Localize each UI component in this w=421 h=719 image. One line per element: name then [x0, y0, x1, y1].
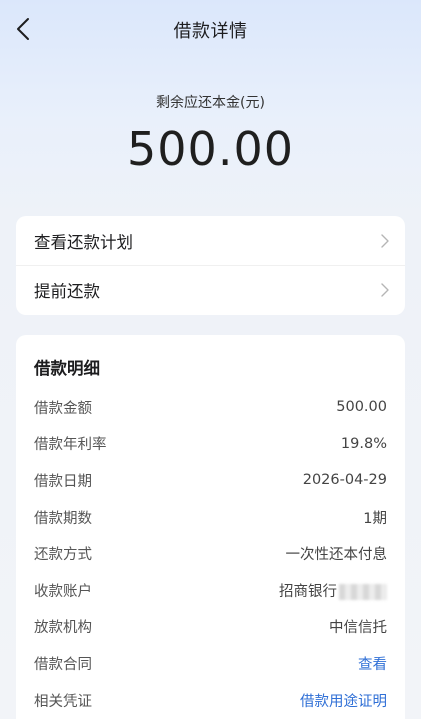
detail-label: 收款账户: [34, 583, 92, 600]
detail-row-related-voucher: 相关凭证 借款用途证明: [34, 682, 387, 719]
receiving-account-value: 招商银行: [279, 580, 387, 601]
detail-value: 2026-04-29: [302, 472, 387, 489]
detail-label: 放款机构: [34, 620, 92, 637]
detail-value: 19.8%: [340, 435, 387, 452]
detail-row-annual-rate: 借款年利率 19.8%: [34, 426, 387, 463]
loan-details-card: 借款明细 借款金额 500.00 借款年利率 19.8% 借款日期 2026-0…: [16, 335, 405, 719]
detail-row-lending-institution: 放款机构 中信信托: [34, 609, 387, 646]
view-repayment-plan-label: 查看还款计划: [34, 232, 133, 252]
detail-label: 借款年利率: [34, 437, 107, 454]
bank-name: 招商银行: [279, 583, 337, 600]
actions-card: 查看还款计划 提前还款: [16, 216, 405, 315]
remaining-principal-amount: 500.00: [127, 122, 294, 176]
detail-row-repayment-method: 还款方式 一次性还本付息: [34, 535, 387, 572]
detail-label: 借款期数: [34, 510, 92, 527]
loan-purpose-proof-link[interactable]: 借款用途证明: [300, 690, 387, 711]
early-repayment-row[interactable]: 提前还款: [16, 265, 405, 314]
loan-detail-page: 借款详情 剩余应还本金(元) 500.00 查看还款计划 提前还款 借款明细 借…: [0, 0, 421, 719]
detail-row-loan-amount: 借款金额 500.00: [34, 389, 387, 426]
remaining-principal-label: 剩余应还本金(元): [156, 95, 265, 111]
remaining-principal-summary: 剩余应还本金(元) 500.00: [0, 92, 421, 176]
chevron-right-icon: [381, 283, 389, 297]
detail-label: 还款方式: [34, 547, 92, 564]
header-bar: 借款详情: [0, 0, 421, 58]
view-contract-link[interactable]: 查看: [358, 653, 387, 674]
detail-label: 相关凭证: [34, 693, 92, 710]
detail-value: 中信信托: [329, 620, 387, 637]
detail-row-loan-date: 借款日期 2026-04-29: [34, 462, 387, 499]
detail-value: 500.00: [336, 399, 387, 416]
masked-account-number: [339, 583, 387, 600]
loan-details-title: 借款明细: [34, 359, 100, 378]
detail-row-receiving-account: 收款账户 招商银行: [34, 572, 387, 609]
page-title: 借款详情: [173, 21, 248, 42]
early-repayment-label: 提前还款: [34, 282, 100, 301]
detail-row-loan-term: 借款期数 1期: [34, 499, 387, 536]
detail-value: 1期: [363, 510, 387, 527]
loan-details-list: 借款金额 500.00 借款年利率 19.8% 借款日期 2026-04-29 …: [34, 389, 387, 718]
detail-row-loan-contract: 借款合同 查看: [34, 645, 387, 682]
view-repayment-plan-row[interactable]: 查看还款计划: [16, 216, 405, 265]
detail-value: 一次性还本付息: [285, 547, 388, 564]
detail-label: 借款日期: [34, 473, 92, 490]
detail-label: 借款合同: [34, 656, 92, 673]
detail-label: 借款金额: [34, 400, 92, 417]
chevron-right-icon: [381, 233, 389, 248]
